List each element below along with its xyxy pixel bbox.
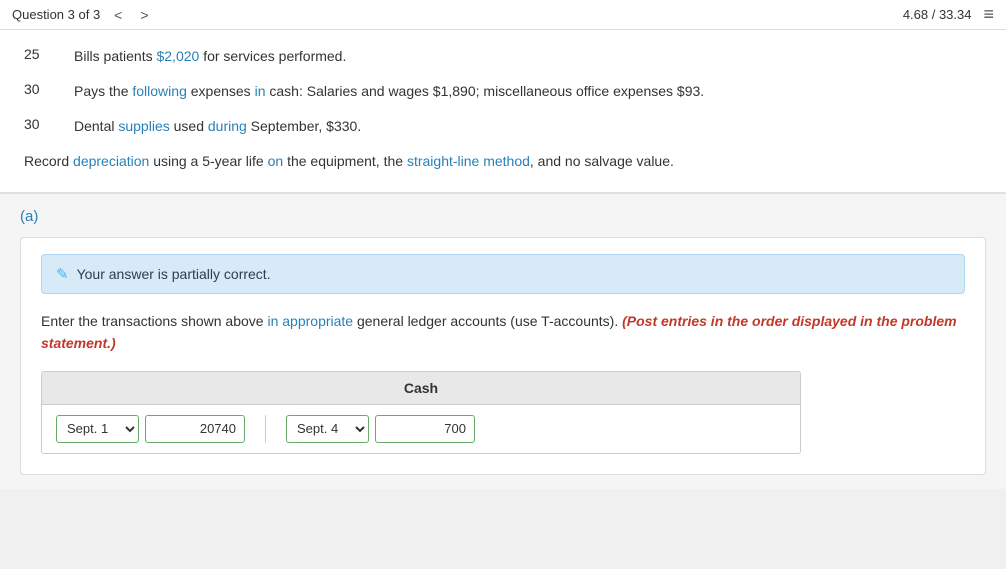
- problem-row-30b: 30 Dental supplies used during September…: [24, 116, 982, 137]
- left-amount-input[interactable]: [145, 415, 245, 443]
- next-button[interactable]: >: [136, 7, 152, 23]
- right-entry: Sept. 1 Sept. 4 Sept. 10 Sept. 14 Sept. …: [286, 415, 475, 443]
- top-bar: Question 3 of 3 < > 4.68 / 33.34 ≡: [0, 0, 1006, 30]
- text-in-instr: in: [267, 313, 278, 329]
- score-display: 4.68 / 33.34: [903, 7, 972, 22]
- date-30b: 30: [24, 116, 74, 132]
- cash-t-account: Cash Sept. 1 Sept. 4 Sept. 10 Sept. 14 S…: [41, 371, 801, 454]
- menu-icon[interactable]: ≡: [983, 4, 994, 25]
- left-entry: Sept. 1 Sept. 4 Sept. 10 Sept. 14 Sept. …: [56, 415, 245, 443]
- right-date-select[interactable]: Sept. 1 Sept. 4 Sept. 10 Sept. 14 Sept. …: [286, 415, 369, 443]
- part-a-section: (a) ✎ Your answer is partially correct. …: [0, 194, 1006, 489]
- depreciation-note: Record depreciation using a 5-year life …: [24, 151, 982, 172]
- text-supplies: supplies: [118, 118, 169, 134]
- right-amount-input[interactable]: [375, 415, 475, 443]
- text-appropriate: appropriate: [282, 313, 353, 329]
- bold-instruction: (Post entries in the order displayed in …: [41, 313, 957, 351]
- left-date-select[interactable]: Sept. 1 Sept. 4 Sept. 10 Sept. 14 Sept. …: [56, 415, 139, 443]
- t-account-title: Cash: [42, 372, 800, 405]
- partial-correct-banner: ✎ Your answer is partially correct.: [41, 254, 965, 294]
- answer-box: ✎ Your answer is partially correct. Ente…: [20, 237, 986, 475]
- text-on: on: [268, 153, 284, 169]
- instruction-text: Enter the transactions shown above in ap…: [41, 310, 965, 355]
- pencil-icon: ✎: [56, 265, 69, 283]
- top-bar-right: 4.68 / 33.34 ≡: [903, 4, 994, 25]
- text-depreciation: depreciation: [73, 153, 149, 169]
- amount-2020: $2,020: [156, 48, 199, 64]
- text-during: during: [208, 118, 247, 134]
- problem-section: 25 Bills patients $2,020 for services pe…: [0, 30, 1006, 194]
- problem-row-30a: 30 Pays the following expenses in cash: …: [24, 81, 982, 102]
- content-area: 25 Bills patients $2,020 for services pe…: [0, 30, 1006, 489]
- problem-text-30a: Pays the following expenses in cash: Sal…: [74, 81, 982, 102]
- t-account-body: Sept. 1 Sept. 4 Sept. 10 Sept. 14 Sept. …: [42, 405, 800, 453]
- text-in: in: [255, 83, 266, 99]
- banner-text: Your answer is partially correct.: [77, 266, 271, 282]
- date-25: 25: [24, 46, 74, 62]
- part-a-label: (a): [20, 208, 986, 225]
- text-following: following: [132, 83, 186, 99]
- top-bar-left: Question 3 of 3 < >: [12, 7, 153, 23]
- problem-row-25: 25 Bills patients $2,020 for services pe…: [24, 46, 982, 67]
- question-counter: Question 3 of 3: [12, 7, 100, 22]
- date-30a: 30: [24, 81, 74, 97]
- t-account-divider: [265, 415, 266, 443]
- text-straight-line: straight-line method: [407, 153, 530, 169]
- problem-text-25: Bills patients $2,020 for services perfo…: [74, 46, 982, 67]
- prev-button[interactable]: <: [110, 7, 126, 23]
- problem-text-30b: Dental supplies used during September, $…: [74, 116, 982, 137]
